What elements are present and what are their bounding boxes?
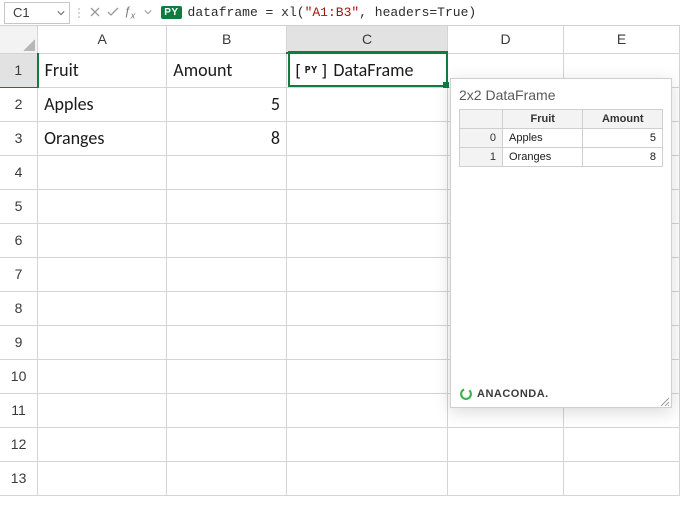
cell-B2[interactable]: 5 [167,87,287,121]
preview-table: Fruit Amount 0 Apples 5 1 Oranges 8 [459,109,663,167]
fx-icon[interactable]: ƒx [124,4,135,20]
python-badge-icon: PY [161,6,181,19]
preview-index-header [460,110,503,129]
cell-A11[interactable] [38,393,167,427]
cell-C3[interactable] [287,121,448,155]
col-header-B[interactable]: B [167,26,287,53]
row-header-11[interactable]: 11 [0,393,38,427]
bracket-open-icon: [ [293,61,303,80]
cell-C4[interactable] [287,155,448,189]
bracket-close-icon: ] [320,61,330,80]
cell-C5[interactable] [287,189,448,223]
row-header-13[interactable]: 13 [0,461,38,495]
row-header-4[interactable]: 4 [0,155,38,189]
preview-col-amount: Amount [583,110,663,129]
select-all-corner[interactable] [0,26,38,53]
row-header-10[interactable]: 10 [0,359,38,393]
cell-C6[interactable] [287,223,448,257]
table-row: 1 Oranges 8 [460,148,663,167]
preview-row-fruit: Oranges [503,148,583,167]
row-header-3[interactable]: 3 [0,121,38,155]
python-mini-badge: PY [305,65,318,76]
col-header-A[interactable]: A [38,26,167,53]
cell-A4[interactable] [38,155,167,189]
row-header-8[interactable]: 8 [0,291,38,325]
cell-C12[interactable] [287,427,448,461]
cell-C9[interactable] [287,325,448,359]
python-preview-card[interactable]: 2x2 DataFrame Fruit Amount 0 Apples 5 1 … [450,78,672,408]
cell-A1[interactable]: Fruit [38,53,167,87]
row-header-1[interactable]: 1 [0,53,38,87]
cell-C10[interactable] [287,359,448,393]
cell-B11[interactable] [167,393,287,427]
cell-E12[interactable] [564,427,680,461]
cell-C1-label: DataFrame [333,59,413,81]
col-header-D[interactable]: D [448,26,564,53]
preview-col-fruit: Fruit [503,110,583,129]
table-row: 0 Apples 5 [460,129,663,148]
resize-handle-icon[interactable] [659,395,669,405]
cell-A12[interactable] [38,427,167,461]
cell-D12[interactable] [448,427,564,461]
cell-B12[interactable] [167,427,287,461]
cell-C8[interactable] [287,291,448,325]
cell-A7[interactable] [38,257,167,291]
cell-B9[interactable] [167,325,287,359]
row-header-7[interactable]: 7 [0,257,38,291]
cell-C7[interactable] [287,257,448,291]
chevron-down-icon[interactable] [57,9,65,17]
preview-footer-label: ANACONDA. [477,388,549,400]
cell-A13[interactable] [38,461,167,495]
formula-input[interactable]: dataframe = xl("A1:B3", headers=True) [188,5,477,20]
row-header-12[interactable]: 12 [0,427,38,461]
cell-C13[interactable] [287,461,448,495]
name-box-value: C1 [13,5,30,20]
cell-D13[interactable] [448,461,564,495]
row-header-9[interactable]: 9 [0,325,38,359]
preview-row-index: 1 [460,148,503,167]
formula-bar: C1 ƒx PY dataframe = xl("A1:B3", headers… [0,0,680,26]
cell-B3[interactable]: 8 [167,121,287,155]
row-header-5[interactable]: 5 [0,189,38,223]
row-header-2[interactable]: 2 [0,87,38,121]
preview-row-amount: 5 [583,129,663,148]
cell-B5[interactable] [167,189,287,223]
cell-E13[interactable] [564,461,680,495]
cell-B13[interactable] [167,461,287,495]
row-header-6[interactable]: 6 [0,223,38,257]
cell-B4[interactable] [167,155,287,189]
cell-A9[interactable] [38,325,167,359]
chevron-down-icon[interactable] [141,5,155,19]
anaconda-logo-icon [459,387,473,401]
divider-icon [76,5,82,21]
cell-B1[interactable]: Amount [167,53,287,87]
cell-C1[interactable]: [ PY ] DataFrame [287,53,448,87]
cell-A5[interactable] [38,189,167,223]
preview-row-index: 0 [460,129,503,148]
cell-B10[interactable] [167,359,287,393]
cancel-icon[interactable] [88,5,102,19]
cell-B6[interactable] [167,223,287,257]
preview-row-amount: 8 [583,148,663,167]
cell-A8[interactable] [38,291,167,325]
col-header-E[interactable]: E [564,26,680,53]
cell-B7[interactable] [167,257,287,291]
preview-title: 2x2 DataFrame [459,87,663,103]
cell-C11[interactable] [287,393,448,427]
col-header-C[interactable]: C [287,26,448,53]
cell-A10[interactable] [38,359,167,393]
spreadsheet-grid[interactable]: A B C D E 1 Fruit Amount [ PY ] DataFram… [0,26,680,496]
formula-controls: ƒx [88,4,155,20]
confirm-icon[interactable] [106,5,120,19]
cell-B8[interactable] [167,291,287,325]
cell-A6[interactable] [38,223,167,257]
cell-A2[interactable]: Apples [38,87,167,121]
preview-footer: ANACONDA. [459,387,663,401]
name-box[interactable]: C1 [4,2,70,24]
cell-C2[interactable] [287,87,448,121]
cell-A3[interactable]: Oranges [38,121,167,155]
preview-row-fruit: Apples [503,129,583,148]
